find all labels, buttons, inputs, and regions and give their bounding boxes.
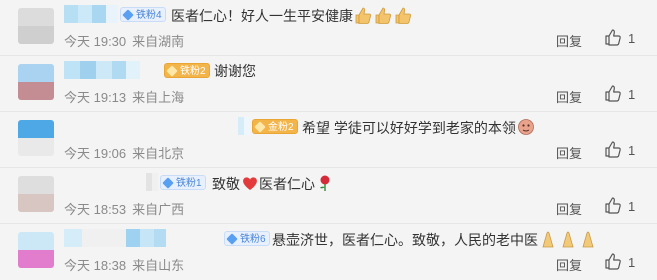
comment-text-tail: 医者仁心 xyxy=(259,176,315,192)
comment-text: 谢谢您 xyxy=(214,62,256,80)
reply-button[interactable]: 回复 xyxy=(556,255,582,274)
fan-badge: 铁粉4 xyxy=(120,7,166,22)
face-emoji-icon xyxy=(517,119,534,135)
comment-text: 医者仁心！好人一生平安健康 xyxy=(171,6,414,25)
comment-text: 悬壶济世，医者仁心。致敬，人民的老中医 xyxy=(272,230,599,249)
diamond-icon xyxy=(166,65,178,77)
username-redacted[interactable] xyxy=(64,229,166,247)
location: 来自山东 xyxy=(132,258,185,273)
comment-meta: 今天 18:53 来自广西 xyxy=(64,199,184,218)
like-count: 1 xyxy=(628,255,636,270)
badge-label: 铁粉2 xyxy=(180,66,206,77)
badge-label: 铁粉6 xyxy=(240,234,266,245)
timestamp: 今天 18:38 xyxy=(64,258,127,273)
rose-emoji-icon xyxy=(320,175,330,191)
comment-item: 铁粉4 医者仁心！好人一生平安健康 今天 19:30 来自湖南 回复 1 xyxy=(0,0,657,56)
avatar[interactable] xyxy=(18,176,54,212)
comment-item: 铁粉1 致敬 医者仁心 今天 18:53 来自广西 回复 1 xyxy=(0,168,657,224)
timestamp: 今天 19:13 xyxy=(64,90,127,105)
comment-text: 致敬 医者仁心 xyxy=(212,174,334,193)
username-redacted[interactable] xyxy=(146,173,158,191)
folded-hands-emoji-icon xyxy=(542,231,594,248)
fan-badge: 铁粉2 xyxy=(164,63,210,78)
like-count: 1 xyxy=(628,143,636,158)
comment-text-content: 致敬 xyxy=(212,176,240,192)
badge-label: 铁粉1 xyxy=(176,178,202,189)
location: 来自湖南 xyxy=(132,34,185,49)
timestamp: 今天 19:30 xyxy=(64,34,127,49)
username-redacted[interactable] xyxy=(238,117,250,135)
thumbs-up-icon xyxy=(605,141,621,158)
reply-button[interactable]: 回复 xyxy=(556,31,582,50)
comment-meta: 今天 18:38 来自山东 xyxy=(64,255,184,274)
location: 来自上海 xyxy=(132,90,185,105)
thumbs-up-icon xyxy=(605,253,621,270)
fan-badge: 铁粉1 xyxy=(160,175,206,190)
location: 来自广西 xyxy=(132,202,185,217)
comment-item: 铁粉2 谢谢您 今天 19:13 来自上海 回复 1 xyxy=(0,56,657,112)
fan-badge: 金粉2 xyxy=(252,119,298,134)
like-button[interactable]: 1 xyxy=(604,196,644,216)
comment-text: 希望 学徒可以好好学到老家的本领 xyxy=(302,118,535,137)
avatar[interactable] xyxy=(18,232,54,268)
comment-text-content: 悬壶济世，医者仁心。致敬，人民的老中医 xyxy=(272,232,538,248)
comment-item: 铁粉6 悬壶济世，医者仁心。致敬，人民的老中医 今天 18:38 来自山东 回复 … xyxy=(0,224,657,280)
heart-emoji-icon xyxy=(243,177,257,190)
fan-badge: 铁粉6 xyxy=(224,231,270,246)
avatar[interactable] xyxy=(18,64,54,100)
thumbs-up-icon xyxy=(605,85,621,102)
badge-label: 金粉2 xyxy=(268,122,294,133)
avatar[interactable] xyxy=(18,120,54,156)
like-button[interactable]: 1 xyxy=(604,28,644,48)
comment-meta: 今天 19:06 来自北京 xyxy=(64,143,184,162)
comment-text-content: 医者仁心！好人一生平安健康 xyxy=(171,8,353,24)
like-button[interactable]: 1 xyxy=(604,140,644,160)
thumbs-up-icon xyxy=(605,197,621,214)
timestamp: 今天 18:53 xyxy=(64,202,127,217)
location: 来自北京 xyxy=(132,146,185,161)
reply-button[interactable]: 回复 xyxy=(556,199,582,218)
reply-button[interactable]: 回复 xyxy=(556,143,582,162)
reply-button[interactable]: 回复 xyxy=(556,87,582,106)
comment-meta: 今天 19:13 来自上海 xyxy=(64,87,184,106)
like-button[interactable]: 1 xyxy=(604,84,644,104)
comment-meta: 今天 19:30 来自湖南 xyxy=(64,31,184,50)
comment-text-content: 谢谢您 xyxy=(214,63,256,79)
username-redacted[interactable] xyxy=(64,5,118,23)
like-count: 1 xyxy=(628,87,636,102)
diamond-icon xyxy=(122,9,134,21)
diamond-icon xyxy=(162,177,174,189)
like-button[interactable]: 1 xyxy=(604,252,644,272)
diamond-icon xyxy=(254,121,266,133)
comment-text-content: 希望 学徒可以好好学到老家的本领 xyxy=(302,120,516,136)
avatar[interactable] xyxy=(18,8,54,44)
badge-label: 铁粉4 xyxy=(136,10,162,21)
like-count: 1 xyxy=(628,31,636,46)
username-redacted[interactable] xyxy=(64,61,140,79)
diamond-icon xyxy=(226,233,238,245)
comment-item: 金粉2 希望 学徒可以好好学到老家的本领 今天 19:06 来自北京 回复 1 xyxy=(0,112,657,168)
timestamp: 今天 19:06 xyxy=(64,146,127,161)
thumbs-up-icon xyxy=(605,29,621,46)
like-count: 1 xyxy=(628,199,636,214)
thumbs-up-emoji-icon xyxy=(355,7,411,24)
